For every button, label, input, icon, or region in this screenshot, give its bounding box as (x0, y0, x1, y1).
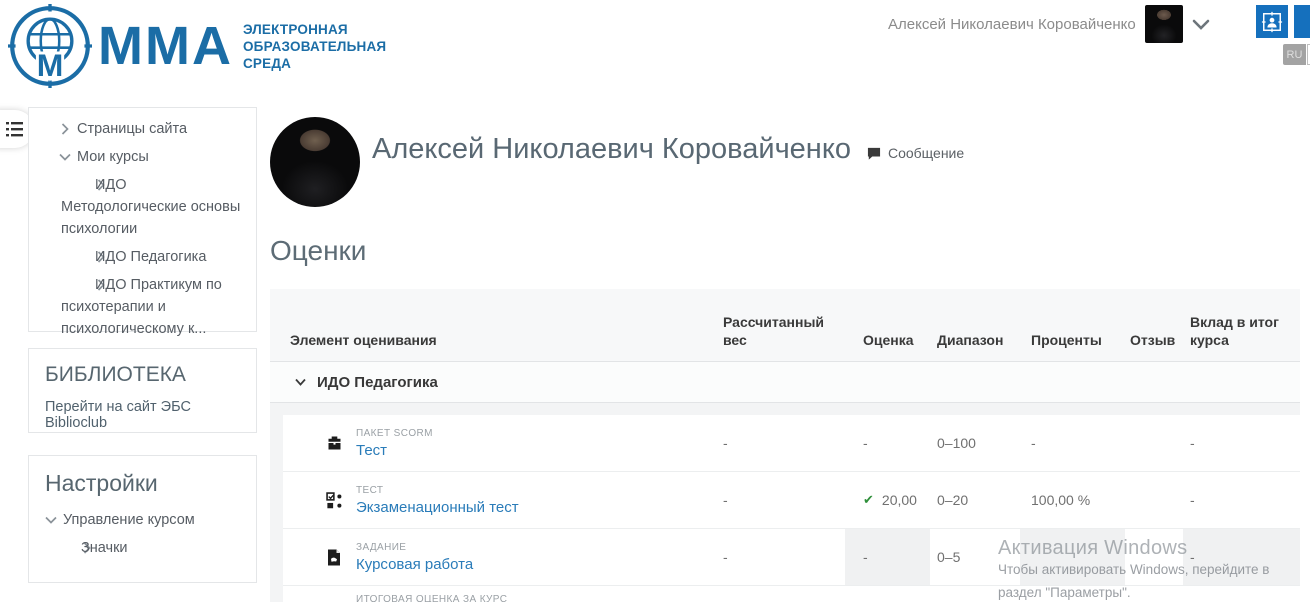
chevron-down-icon[interactable] (61, 146, 70, 168)
message-button[interactable]: Сообщение (867, 145, 964, 161)
library-link[interactable]: Перейти на сайт ЭБС Biblioclub (45, 399, 240, 431)
course-nav-block: Страницы сайта Мои курсы ИДО Методологич… (28, 107, 257, 332)
cell-range: 0–20 (930, 472, 1020, 528)
cell-grade: - (845, 529, 930, 585)
category-row-pedagogy[interactable]: ИДО Педагогика (270, 361, 1300, 403)
col-header-feedback: Отзыв (1125, 331, 1183, 349)
person-in-frame-icon (1261, 11, 1283, 33)
cell-feedback (1125, 415, 1183, 471)
mma-logo[interactable]: М ММА ЭЛЕКТРОННАЯ ОБРАЗОВАТЕЛЬНАЯ СРЕДА (8, 3, 386, 89)
sidebar-item-course-pedagogy[interactable]: ИДО Педагогика (43, 246, 242, 268)
speech-bubble-icon (867, 147, 881, 160)
col-header-weight: Рассчитанный вес (710, 313, 845, 349)
grades-table-header: Элемент оценивания Рассчитанный вес Оцен… (270, 289, 1300, 361)
item-type-label: ТЕСТ (356, 485, 519, 496)
col-header-item: Элемент оценивания (270, 331, 710, 349)
library-block-title: БИБЛИОТЕКА (45, 363, 240, 387)
cell-contribution: - (1183, 472, 1300, 528)
list-menu-icon (6, 122, 23, 137)
cell-feedback (1125, 472, 1183, 528)
col-header-range: Диапазон (930, 331, 1020, 349)
cell-grade: - (845, 415, 930, 471)
item-link-exam-test[interactable]: Экзаменационный тест (356, 499, 519, 516)
user-name: Алексей Николаевич Коровайченко (888, 16, 1136, 33)
settings-tree: Управление курсом Значки (45, 509, 240, 559)
cell-range: 0–5 (930, 529, 1020, 585)
globe-logo-icon: М (8, 3, 92, 89)
item-link-test[interactable]: Тест (356, 442, 433, 459)
assignment-icon (325, 549, 343, 566)
chevron-down-icon (1192, 19, 1210, 30)
cell-weight: - (710, 529, 845, 585)
sidebar-item-course-administration[interactable]: Управление курсом (45, 509, 240, 531)
grades-table: Элемент оценивания Рассчитанный вес Оцен… (270, 289, 1300, 602)
cell-feedback (1125, 529, 1183, 585)
main-content: Алексей Николаевич Коровайченко Сообщени… (270, 90, 1310, 602)
chevron-right-icon[interactable] (79, 174, 88, 196)
table-row-course-total: ИТОГОВАЯ ОЦЕНКА ЗА КУРС (283, 586, 1300, 602)
sidebar-item-site-pages[interactable]: Страницы сайта (43, 118, 242, 140)
col-header-percent: Проценты (1020, 331, 1125, 349)
cell-grade: ✔ 20,00 (845, 472, 930, 528)
sidebar-item-course-methodology[interactable]: ИДО Методологические основы психологии (43, 174, 242, 240)
logo-acronym: ММА (98, 15, 233, 77)
library-block: БИБЛИОТЕКА Перейти на сайт ЭБС Biblioclu… (28, 348, 257, 433)
check-pass-icon: ✔ (863, 492, 874, 508)
sidebar-item-badges[interactable]: Значки (45, 537, 240, 559)
chevron-right-icon[interactable] (65, 537, 74, 559)
profile-avatar (270, 117, 360, 207)
language-ru-button[interactable]: RU (1283, 44, 1306, 65)
cell-contribution: - (1183, 529, 1300, 585)
chevron-right-icon[interactable] (79, 246, 88, 268)
cell-percent: - (1020, 415, 1125, 471)
quiz-icon (325, 492, 343, 509)
col-header-grade: Оценка (845, 331, 930, 349)
svg-text:М: М (37, 47, 64, 83)
settings-block: Настройки Управление курсом Значки (28, 455, 257, 583)
logo-tagline: ЭЛЕКТРОННАЯ ОБРАЗОВАТЕЛЬНАЯ СРЕДА (243, 21, 386, 72)
course-nav-tree: Страницы сайта Мои курсы ИДО Методологич… (43, 118, 242, 368)
table-row-coursework: ЗАДАНИЕ Курсовая работа - - 0–5 - (283, 529, 1300, 586)
cell-percent: 100,00 % (1020, 472, 1125, 528)
settings-block-title: Настройки (45, 470, 240, 497)
scorm-package-icon (325, 435, 343, 451)
table-row-exam-test: ТЕСТ Экзаменационный тест - ✔ 20,00 0–20… (283, 472, 1300, 529)
item-type-label: ПАКЕТ SCORM (356, 428, 433, 439)
chevron-right-icon[interactable] (79, 274, 88, 296)
cell-contribution: - (1183, 415, 1300, 471)
sidebar-item-my-courses[interactable]: Мои курсы (43, 146, 242, 168)
cell-weight: - (710, 472, 845, 528)
accessibility-version-button[interactable] (1256, 5, 1288, 38)
cell-range: 0–100 (930, 415, 1020, 471)
user-menu[interactable]: Алексей Николаевич Коровайченко (888, 2, 1210, 46)
cell-percent (1020, 529, 1125, 585)
page-title: Оценки (270, 235, 1310, 267)
top-header: М ММА ЭЛЕКТРОННАЯ ОБРАЗОВАТЕЛЬНАЯ СРЕДА … (0, 0, 1310, 92)
item-link-coursework[interactable]: Курсовая работа (356, 556, 473, 573)
chevron-down-icon[interactable] (47, 509, 56, 531)
cell-weight: - (710, 415, 845, 471)
col-header-contribution: Вклад в итог курса (1183, 313, 1300, 349)
sidebar-item-course-practicum[interactable]: ИДО Практикум по психотерапии и психолог… (43, 274, 242, 340)
chevron-right-icon[interactable] (61, 118, 70, 140)
item-type-label: ЗАДАНИЕ (356, 542, 473, 553)
user-avatar (1145, 5, 1183, 43)
user-profile-header: Алексей Николаевич Коровайченко Сообщени… (270, 117, 1310, 207)
secondary-header-button[interactable] (1294, 5, 1310, 38)
chevron-down-icon (295, 378, 306, 386)
profile-name: Алексей Николаевич Коровайченко (372, 133, 851, 166)
table-row-scorm-test: ПАКЕТ SCORM Тест - - 0–100 - - (283, 415, 1300, 472)
